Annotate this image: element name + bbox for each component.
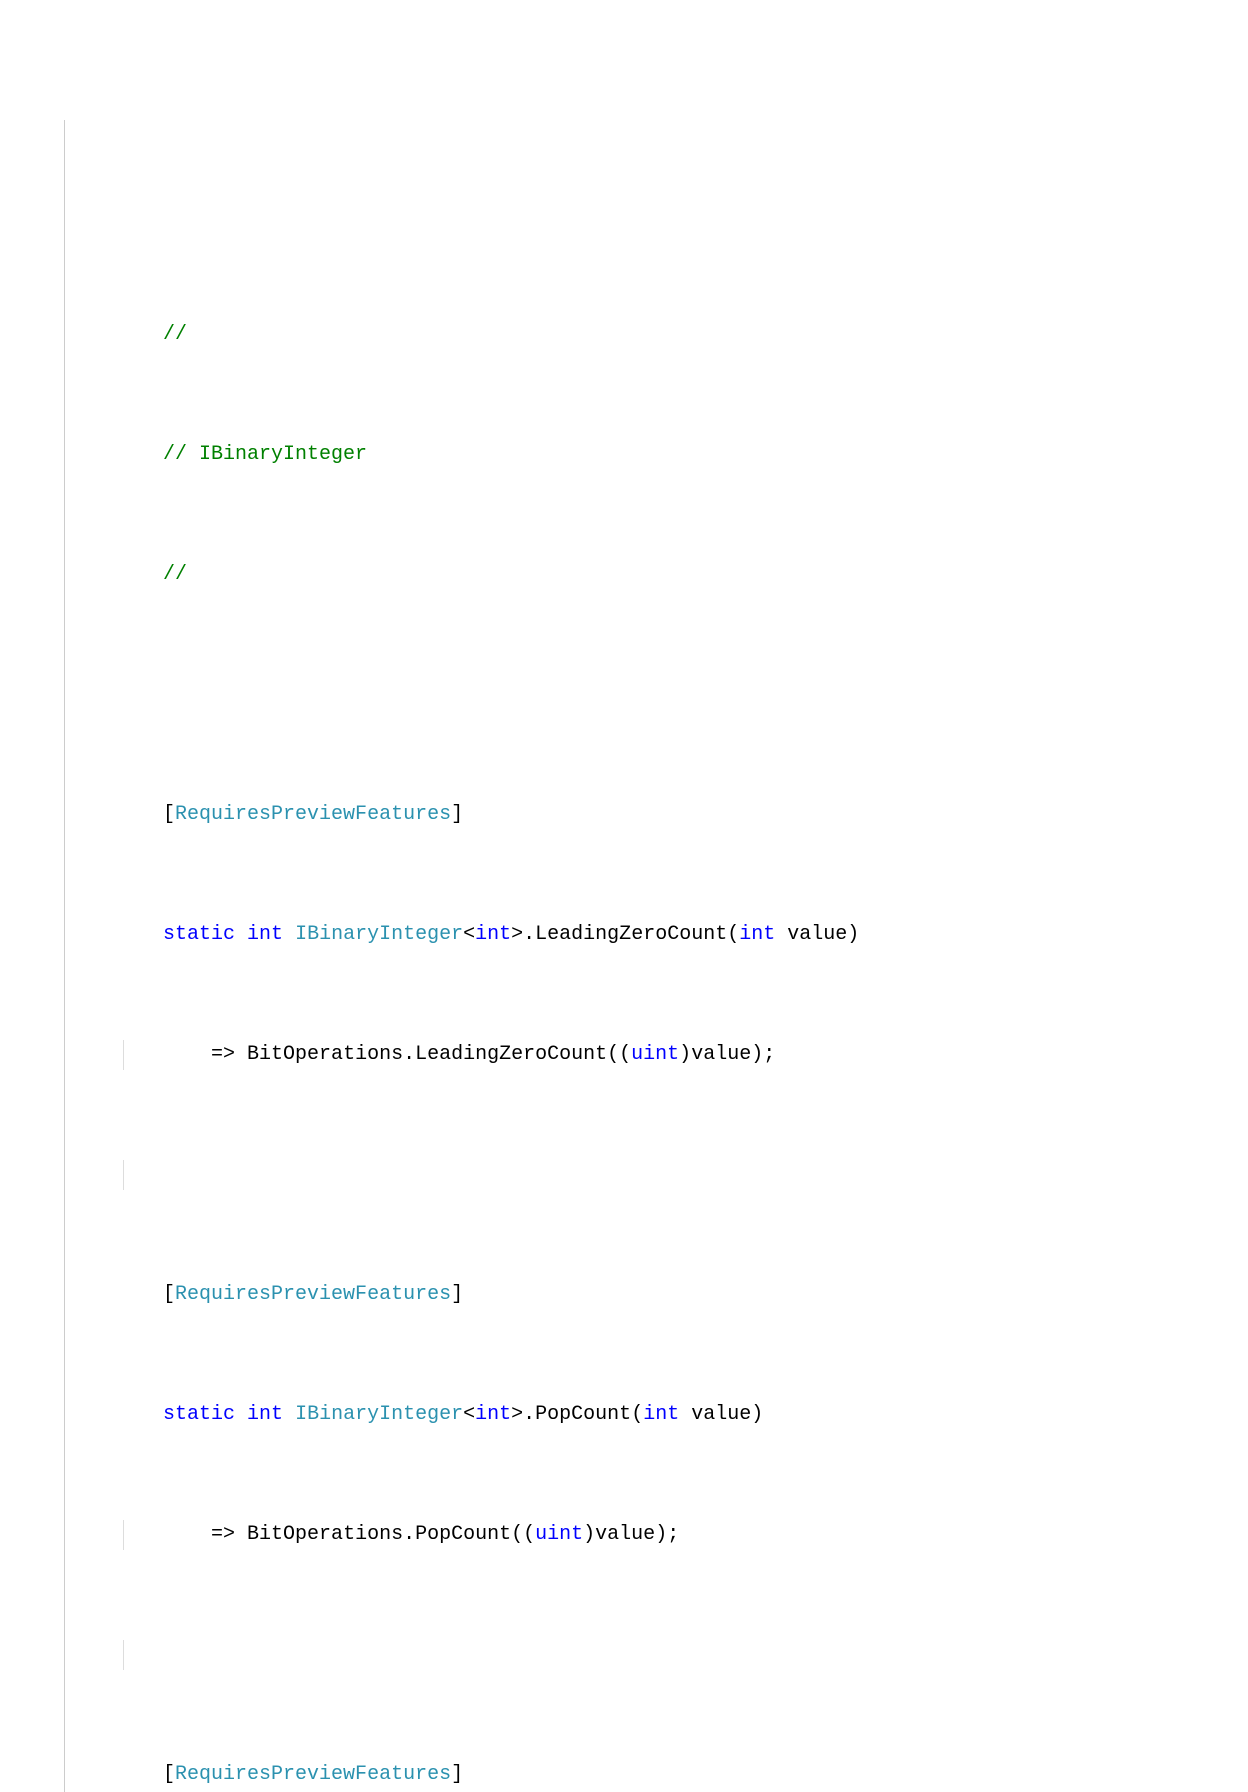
code-line[interactable]: [RequiresPreviewFeatures]: [67, 1760, 1248, 1790]
bracket: ]: [451, 803, 463, 826]
code-line[interactable]: [67, 1640, 1248, 1670]
keyword-int: int: [247, 923, 283, 946]
code-editor[interactable]: // // IBinaryInteger // [RequiresPreview…: [0, 120, 1248, 1792]
keyword-int: int: [643, 1403, 679, 1426]
keyword-uint: uint: [535, 1523, 583, 1546]
code-line[interactable]: [67, 680, 1248, 710]
code-line[interactable]: => BitOperations.LeadingZeroCount((uint)…: [67, 1040, 1248, 1070]
code-line[interactable]: //: [67, 560, 1248, 590]
indent: [67, 923, 163, 946]
keyword-static: static: [163, 923, 235, 946]
gutter: [0, 120, 65, 1792]
type-name: BitOperations: [247, 1523, 403, 1546]
keyword-uint: uint: [631, 1043, 679, 1066]
keyword-int: int: [475, 1403, 511, 1426]
bracket: ]: [451, 1283, 463, 1306]
method-name: PopCount: [415, 1523, 511, 1546]
indent: [67, 1283, 163, 1306]
code-line[interactable]: [RequiresPreviewFeatures]: [67, 1280, 1248, 1310]
arrow: =>: [211, 1043, 247, 1066]
bracket: [: [163, 1763, 175, 1786]
type-name: BitOperations: [247, 1043, 403, 1066]
keyword-int: int: [247, 1403, 283, 1426]
type-name: IBinaryInteger: [295, 1403, 463, 1426]
method-name: PopCount: [535, 1403, 631, 1426]
param: value: [691, 1043, 751, 1066]
code-area[interactable]: // // IBinaryInteger // [RequiresPreview…: [65, 230, 1248, 1792]
code-line[interactable]: static int IBinaryInteger<int>.PopCount(…: [67, 1400, 1248, 1430]
comment: // IBinaryInteger: [163, 443, 367, 466]
attribute-name: RequiresPreviewFeatures: [175, 1283, 451, 1306]
bracket: ]: [451, 1763, 463, 1786]
method-name: LeadingZeroCount: [535, 923, 727, 946]
keyword-int: int: [475, 923, 511, 946]
code-line[interactable]: // IBinaryInteger: [67, 440, 1248, 470]
code-line[interactable]: static int IBinaryInteger<int>.LeadingZe…: [67, 920, 1248, 950]
indent: [67, 323, 163, 346]
attribute-name: RequiresPreviewFeatures: [175, 803, 451, 826]
indent: [67, 1523, 211, 1546]
attribute-name: RequiresPreviewFeatures: [175, 1763, 451, 1786]
indent: [67, 1403, 163, 1426]
method-name: LeadingZeroCount: [415, 1043, 607, 1066]
bracket: [: [163, 1283, 175, 1306]
comment: //: [163, 323, 187, 346]
param: value: [787, 923, 847, 946]
indent: [67, 443, 163, 466]
indent: [67, 1763, 163, 1786]
keyword-static: static: [163, 1403, 235, 1426]
arrow: =>: [211, 1523, 247, 1546]
code-line[interactable]: => BitOperations.PopCount((uint)value);: [67, 1520, 1248, 1550]
type-name: IBinaryInteger: [295, 923, 463, 946]
comment: //: [163, 563, 187, 586]
code-line[interactable]: [RequiresPreviewFeatures]: [67, 800, 1248, 830]
param: value: [691, 1403, 751, 1426]
indent: [67, 803, 163, 826]
indent: [67, 1043, 211, 1066]
code-line[interactable]: [67, 1160, 1248, 1190]
bracket: [: [163, 803, 175, 826]
indent: [67, 563, 163, 586]
code-line[interactable]: //: [67, 320, 1248, 350]
param: value: [595, 1523, 655, 1546]
keyword-int: int: [739, 923, 775, 946]
